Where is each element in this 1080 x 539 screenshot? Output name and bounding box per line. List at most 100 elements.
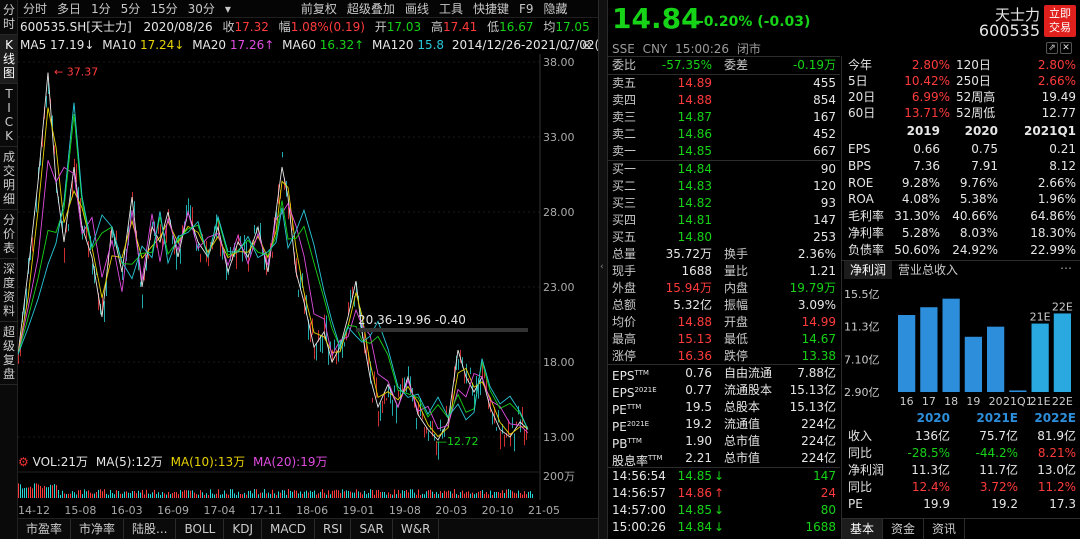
indicator-tab-7[interactable]: SAR bbox=[351, 519, 393, 539]
left-nav-0[interactable]: 分时 bbox=[0, 0, 18, 35]
bid-row[interactable]: 买五 14.80 253 bbox=[608, 229, 840, 246]
toolbar-item-13[interactable]: 隐藏 bbox=[539, 0, 573, 17]
toolbar-item-5[interactable]: 30分 bbox=[183, 0, 220, 17]
perf-value: 13.71% bbox=[904, 106, 950, 120]
volume-bar bbox=[172, 493, 173, 498]
bid-row[interactable]: 买一 14.84 90 bbox=[608, 161, 840, 178]
left-nav-2[interactable]: TICK bbox=[0, 84, 18, 147]
toolbar-item-7[interactable]: 前复权 bbox=[296, 0, 342, 17]
ask-row[interactable]: 卖四 14.88 854 bbox=[608, 92, 840, 109]
info-tab-2[interactable]: 资讯 bbox=[924, 519, 966, 539]
forecast-year: 2022E bbox=[1034, 411, 1076, 425]
volume-bar bbox=[46, 487, 47, 498]
bid-row[interactable]: 买二 14.83 120 bbox=[608, 178, 840, 195]
toolbar-item-12[interactable]: F9 bbox=[514, 0, 539, 17]
bar-y-tick: 15.5亿 bbox=[844, 288, 880, 301]
stat-value: 15.94万 bbox=[665, 281, 712, 295]
left-nav-1[interactable]: K线图 bbox=[0, 35, 18, 84]
volume-bar bbox=[196, 494, 197, 498]
alert-icon[interactable]: ✕ bbox=[1060, 42, 1072, 54]
volume-bar bbox=[376, 490, 377, 498]
indicator-tab-0[interactable]: 市盈率 bbox=[18, 519, 72, 539]
trade-now-button[interactable]: 立即 交易 bbox=[1044, 5, 1076, 37]
bottom-right-tabs: 基本 资金 资讯 bbox=[842, 518, 1080, 539]
forecast-row: 净利润 11.3亿 11.7亿 13.0亿 bbox=[844, 462, 1080, 479]
stat-label: 外盘 bbox=[612, 281, 637, 295]
volume-bar bbox=[126, 491, 127, 498]
volume-bar bbox=[234, 493, 235, 498]
chevron-down-icon[interactable]: ⌄ bbox=[562, 37, 572, 54]
bar-y-tick: 7.10亿 bbox=[844, 353, 880, 366]
indicator-tab-1[interactable]: 市净率 bbox=[71, 519, 125, 539]
fundamental-row: PE2021E 19.2 流通值 224亿 bbox=[608, 416, 840, 434]
tick-volume: 80 bbox=[820, 503, 836, 517]
stock-code-name: 600535.SH[天士力] bbox=[20, 20, 132, 34]
bar-x-label: 20 bbox=[989, 395, 1003, 408]
share-icon[interactable]: ⇗ bbox=[1046, 42, 1058, 54]
volume-bar bbox=[168, 491, 169, 498]
left-nav-char: 细 bbox=[2, 192, 15, 206]
arrow-down-icon: ↓ bbox=[714, 520, 725, 534]
level-label: 卖四 bbox=[612, 93, 637, 107]
left-nav-5[interactable]: 深度资料 bbox=[0, 259, 18, 322]
toolbar-item-8[interactable]: 超级叠加 bbox=[342, 0, 400, 17]
volume-bar bbox=[470, 493, 471, 498]
fin-value: 0.75 bbox=[971, 142, 998, 156]
close-icon[interactable]: ⊗ bbox=[582, 36, 592, 54]
kline-chart[interactable]: 38.00 33.00 28.00 23.00 18.00 13.00 ← 37.37 —12… bbox=[18, 54, 598, 500]
volume-bar bbox=[128, 492, 129, 498]
profit-tab-0[interactable]: 净利润 bbox=[844, 261, 893, 279]
chevron-left-icon[interactable]: ‹ bbox=[600, 262, 604, 272]
left-nav-6[interactable]: 超级复盘 bbox=[0, 322, 18, 385]
volume-bar bbox=[424, 494, 425, 498]
toolbar-item-6[interactable]: ▾ bbox=[220, 0, 236, 17]
volume-bar bbox=[370, 489, 371, 498]
volume-bar bbox=[34, 483, 35, 498]
high-label: 高 bbox=[430, 20, 443, 34]
ask-row[interactable]: 卖三 14.87 167 bbox=[608, 109, 840, 126]
tick-volume: 147 bbox=[813, 469, 836, 483]
volume-bar bbox=[166, 494, 167, 498]
left-nav-3[interactable]: 成交明细 bbox=[0, 147, 18, 210]
ask-row[interactable]: 卖五 14.89 455 bbox=[608, 75, 840, 92]
toolbar-item-2[interactable]: 1分 bbox=[86, 0, 116, 17]
volume-bar bbox=[178, 494, 179, 498]
volume-bar bbox=[48, 487, 49, 498]
profit-tab-1[interactable]: 营业总收入 bbox=[892, 261, 964, 279]
volume-bar bbox=[396, 494, 397, 498]
ma-legend-line: MA5 17.19↓ MA10 17.24↓ MA20 17.26↑ MA60 … bbox=[18, 36, 598, 54]
info-tab-1[interactable]: 资金 bbox=[883, 519, 925, 539]
more-icon[interactable]: ⋯ bbox=[1060, 261, 1072, 275]
indicator-tab-6[interactable]: RSI bbox=[315, 519, 352, 539]
level-label: 买五 bbox=[612, 230, 637, 244]
level-label: 买一 bbox=[612, 162, 637, 176]
volume-bar bbox=[496, 492, 497, 498]
toolbar-item-0[interactable]: 分时 bbox=[18, 0, 52, 17]
financial-table: 2019 2020 2021Q1 EPS 0.66 0.75 0.21 BPS 7.36 7.91… bbox=[844, 123, 1080, 259]
info-tab-0[interactable]: 基本 bbox=[842, 519, 884, 539]
high-value: 17.41 bbox=[442, 20, 478, 34]
toolbar-item-1[interactable]: 多日 bbox=[52, 0, 86, 17]
indicator-tab-4[interactable]: KDJ bbox=[224, 519, 262, 539]
volume-legend: ⚙ VOL:21万 MA(5):12万 MA(10):13万 MA(20):19… bbox=[18, 454, 538, 470]
toolbar-item-10[interactable]: 工具 bbox=[434, 0, 468, 17]
toolbar-item-11[interactable]: 快捷键 bbox=[468, 0, 514, 17]
stat-label: 内盘 bbox=[724, 281, 749, 295]
settings-icon[interactable]: ⚙ bbox=[18, 455, 29, 469]
toolbar-item-3[interactable]: 5分 bbox=[116, 0, 146, 17]
toolbar-item-9[interactable]: 画线 bbox=[400, 0, 434, 17]
panel-splitter[interactable]: ‹ bbox=[598, 0, 608, 539]
indicator-tab-3[interactable]: BOLL bbox=[176, 519, 225, 539]
left-nav-4[interactable]: 分价表 bbox=[0, 210, 18, 259]
volume-bar bbox=[188, 490, 189, 498]
bid-row[interactable]: 买三 14.82 93 bbox=[608, 195, 840, 212]
indicator-tab-8[interactable]: W&R bbox=[393, 519, 440, 539]
bid-row[interactable]: 买四 14.81 147 bbox=[608, 212, 840, 229]
bar-x-label: 18 bbox=[944, 395, 958, 408]
vol-label: VOL: bbox=[32, 455, 61, 469]
indicator-tab-5[interactable]: MACD bbox=[262, 519, 315, 539]
toolbar-item-4[interactable]: 15分 bbox=[145, 0, 182, 17]
indicator-tab-2[interactable]: 陆股... bbox=[124, 519, 177, 539]
ask-row[interactable]: 卖一 14.85 667 bbox=[608, 143, 840, 160]
ask-row[interactable]: 卖二 14.86 452 bbox=[608, 126, 840, 143]
